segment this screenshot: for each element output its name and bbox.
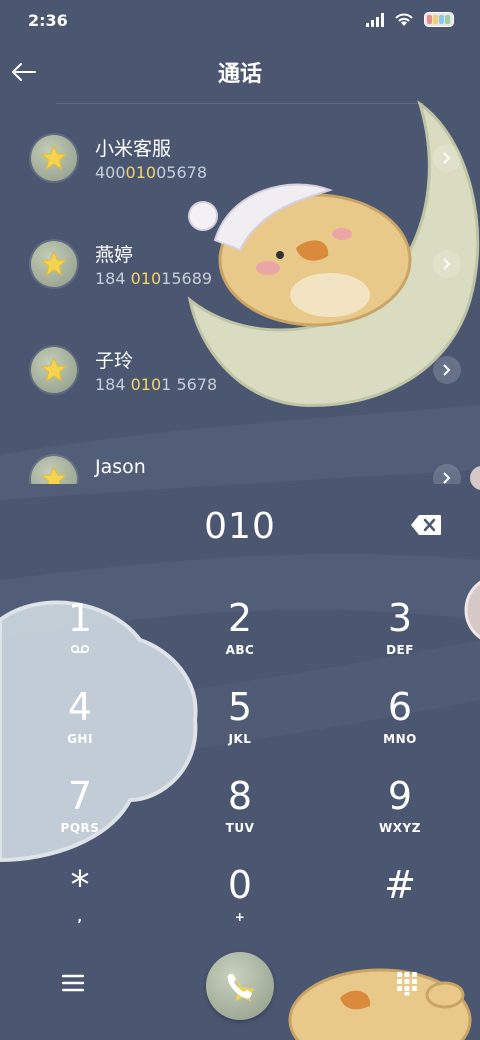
star-icon [40, 144, 68, 171]
contact-name: 燕婷 [95, 244, 134, 266]
contact-detail-button[interactable] [433, 144, 461, 172]
chevron-right-icon [443, 364, 451, 376]
avatar [31, 241, 77, 287]
status-icons [366, 12, 454, 27]
keypad: 1 2 ABC 3 DEF 4 GHI 5 JKL 6 MNO 7 PQRS 8… [0, 580, 480, 940]
contact-row[interactable]: Jason [0, 426, 480, 484]
star-icon [40, 465, 68, 484]
key-7[interactable]: 7 PQRS [10, 774, 150, 854]
key-hash[interactable]: # [330, 863, 470, 943]
contact-detail-button[interactable] [433, 464, 461, 484]
key-8[interactable]: 8 TUV [170, 774, 310, 854]
header: 通话 [0, 42, 480, 104]
contact-number: 184 0101 5678 [95, 375, 218, 394]
chevron-right-icon [443, 472, 451, 484]
menu-button[interactable] [60, 972, 88, 1000]
contact-name: Jason [95, 456, 146, 478]
key-6[interactable]: 6 MNO [330, 685, 470, 765]
key-1[interactable]: 1 [10, 596, 150, 676]
dialpad-icon [397, 972, 417, 996]
status-time: 2:36 [28, 11, 68, 30]
key-4[interactable]: 4 GHI [10, 685, 150, 765]
chevron-right-icon [443, 258, 451, 270]
contact-name: 子玲 [95, 350, 134, 372]
dialpad-toggle-button[interactable] [394, 970, 422, 998]
avatar [31, 456, 77, 484]
contact-name: 小米客服 [95, 138, 172, 160]
contact-detail-button[interactable] [433, 356, 461, 384]
contact-row[interactable]: 小米客服 40001005678 [0, 104, 480, 210]
voicemail-icon [70, 644, 90, 654]
backspace-icon [411, 515, 441, 535]
avatar [31, 135, 77, 181]
menu-icon [61, 974, 85, 992]
page-title: 通话 [217, 62, 262, 87]
chevron-right-icon [443, 152, 451, 164]
key-9[interactable]: 9 WXYZ [330, 774, 470, 854]
contact-list: 小米客服 40001005678 燕婷 184 01015689 子玲 184 … [0, 104, 480, 484]
wifi-icon [395, 13, 413, 26]
battery-icon [424, 12, 454, 27]
status-bar: 2:36 [0, 0, 480, 42]
key-5[interactable]: 5 JKL [170, 685, 310, 765]
match-highlight: 010 [130, 269, 162, 288]
phone-icon [227, 974, 255, 1002]
star-icon [40, 250, 68, 277]
contact-row[interactable]: 子玲 184 0101 5678 [0, 316, 480, 422]
dial-display: 010 [0, 488, 480, 568]
avatar [31, 347, 77, 393]
key-2[interactable]: 2 ABC [170, 596, 310, 676]
contact-number: 40001005678 [95, 163, 207, 182]
key-3[interactable]: 3 DEF [330, 596, 470, 676]
star-icon [40, 356, 68, 383]
key-star[interactable]: * , [10, 863, 150, 943]
match-highlight: 010 [125, 163, 157, 182]
contact-row[interactable]: 燕婷 184 01015689 [0, 210, 480, 316]
backspace-button[interactable] [410, 514, 442, 538]
bottom-bar [0, 950, 480, 1030]
signal-icon [366, 12, 384, 27]
call-button[interactable] [206, 952, 274, 1020]
contact-detail-button[interactable] [433, 250, 461, 278]
contact-number: 184 01015689 [95, 269, 213, 288]
match-highlight: 010 [130, 375, 162, 394]
dialed-number: 010 [204, 506, 276, 547]
key-0[interactable]: 0 + [170, 863, 310, 943]
